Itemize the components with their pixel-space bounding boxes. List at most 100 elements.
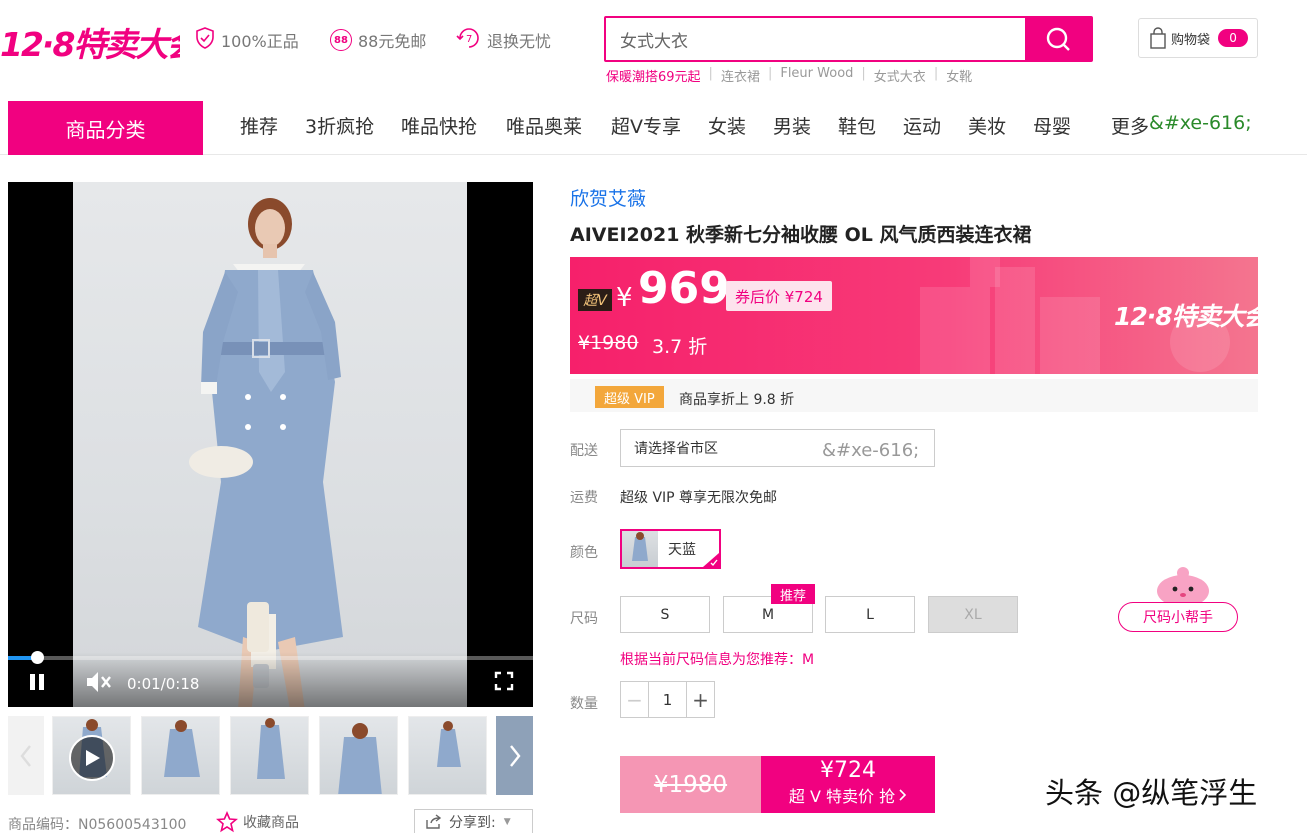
quantity-label: 数量 (570, 696, 598, 712)
brand-link[interactable]: 欣贺艾薇 (570, 184, 646, 211)
nav-item[interactable]: 鞋包 (838, 112, 876, 139)
cart-label: 购物袋 (1171, 32, 1211, 48)
mute-icon[interactable] (84, 669, 112, 699)
thumbnail-next-button[interactable] (496, 716, 533, 795)
search-bar (604, 16, 1093, 62)
chevron-right-icon (509, 744, 521, 767)
shopping-bag-icon (1150, 27, 1166, 49)
quantity-value[interactable]: 1 (649, 682, 686, 717)
price-banner: 超V ¥ 969 券后价 ¥724 ¥1980 3.7 折 12·8特卖大会 (570, 257, 1258, 374)
quantity-stepper: − 1 + (620, 681, 715, 718)
super-v-tag: 超V (578, 289, 612, 311)
broken-glyph-icon: &#xe-616; (822, 440, 920, 461)
category-menu-button[interactable]: 商品分类 (8, 101, 203, 155)
thumbnail-prev-button[interactable] (8, 716, 44, 795)
nav-item[interactable]: 超V专享 (611, 112, 681, 139)
hot-word[interactable]: 女式大衣 (874, 66, 926, 85)
nav-item[interactable]: 唯品奥莱 (506, 112, 582, 139)
video-time: 0:01/0:18 (127, 675, 200, 693)
delivery-label: 配送 (570, 443, 598, 459)
nav-item[interactable]: 运动 (903, 112, 941, 139)
shipping-text: 超级 VIP 尊享无限次免邮 (620, 490, 778, 506)
play-icon[interactable] (69, 735, 115, 781)
video-progress-bar[interactable] (8, 651, 533, 664)
promise-free-shipping: 88 88元免邮 (330, 26, 426, 54)
promise-label: 100%正品 (221, 32, 299, 51)
star-icon (216, 811, 238, 833)
broken-glyph-icon: &#xe-616; (1149, 112, 1252, 134)
nav-item[interactable]: 男装 (773, 112, 811, 139)
share-icon (426, 813, 442, 829)
size-helper-button[interactable]: 尺码小帮手 (1118, 602, 1238, 632)
thumbnail-video[interactable] (52, 716, 131, 795)
color-option-selected[interactable]: 天蓝 (620, 529, 721, 569)
nav-item[interactable]: 美妆 (968, 112, 1006, 139)
region-select[interactable]: 请选择省市区 &#xe-616; (620, 429, 935, 467)
event-logo[interactable]: 12·8特卖大会 (0, 18, 180, 68)
hot-word[interactable]: Fleur Wood (780, 66, 853, 85)
nav-more-label: 更多 (1111, 116, 1150, 138)
discount-rate: 3.7 折 (652, 336, 708, 358)
buy-cta-label: 超 V 特卖价 抢 (788, 787, 896, 806)
minus-icon[interactable]: − (621, 682, 649, 717)
size-label: 尺码 (570, 611, 598, 627)
vip-discount-text: 商品享折上 9.8 折 (679, 392, 795, 408)
nav-item[interactable]: 唯品快抢 (401, 112, 477, 139)
promise-label: 退换无忧 (487, 32, 552, 51)
nav-item[interactable]: 母婴 (1033, 112, 1071, 139)
promise-label: 88元免邮 (358, 32, 427, 51)
fullscreen-icon[interactable] (494, 671, 514, 695)
event-banner-logo: 12·8特卖大会 (1114, 302, 1258, 331)
thumbnail-image[interactable] (408, 716, 487, 795)
nav-more[interactable]: 更多 &#xe-616; (1111, 112, 1252, 139)
promise-authentic: 100%正品 (193, 26, 299, 54)
original-price: ¥1980 (578, 332, 639, 354)
hot-search-words: 保暖潮搭69元起 | 连衣裙 | Fleur Wood | 女式大衣 | 女靴 (606, 66, 973, 85)
nav-item[interactable]: 女装 (708, 112, 746, 139)
size-option-s[interactable]: S (620, 596, 710, 633)
favorite-label: 收藏商品 (243, 815, 299, 831)
favorite-button[interactable]: 收藏商品 (216, 811, 299, 833)
color-label: 颜色 (570, 545, 598, 561)
thumbnail-image[interactable] (141, 716, 220, 795)
share-label: 分享到: (449, 814, 496, 831)
product-title: AIVEI2021 秋季新七分袖收腰 OL 风气质西装连衣裙 (570, 224, 1032, 246)
svg-text:7: 7 (466, 34, 472, 45)
search-button[interactable] (1025, 18, 1091, 60)
selected-check-icon (703, 553, 719, 567)
product-video[interactable]: 0:01/0:18 (8, 182, 533, 707)
shield-check-icon (193, 26, 217, 54)
buy-now-button[interactable]: ¥724 超 V 特卖价 抢 (761, 756, 935, 813)
badge-88-icon: 88 (330, 29, 352, 51)
cart-button[interactable]: 购物袋 0 (1138, 18, 1258, 58)
plus-icon[interactable]: + (686, 682, 714, 717)
region-select-value: 请选择省市区 (634, 441, 718, 457)
thumbnail-image[interactable] (230, 716, 309, 795)
nav-item[interactable]: 3折疯抢 (305, 112, 374, 139)
hot-word[interactable]: 保暖潮搭69元起 (606, 66, 701, 85)
size-recommendation: 根据当前尺码信息为您推荐：M (620, 652, 815, 668)
shipping-label: 运费 (570, 490, 598, 506)
return-7-icon: 7 (456, 26, 482, 54)
search-input[interactable] (606, 18, 1025, 60)
promise-return: 7 退换无忧 (456, 26, 551, 54)
current-price: 969 (638, 263, 730, 314)
pause-icon[interactable] (28, 672, 46, 696)
hot-word[interactable]: 女靴 (946, 66, 972, 85)
chevron-left-icon (20, 744, 31, 767)
hot-word[interactable]: 连衣裙 (721, 66, 760, 85)
size-option-xl: XL (928, 596, 1018, 633)
super-vip-badge: 超级 VIP (595, 386, 664, 408)
size-option-l[interactable]: L (825, 596, 915, 633)
watermark: 头条 @纵笔浮生 (1045, 776, 1258, 810)
buy-original-price[interactable]: ¥1980 (620, 756, 761, 813)
thumbnail-image[interactable] (319, 716, 398, 795)
caret-down-icon: ▼ (503, 816, 511, 827)
share-button[interactable]: 分享到: ▼ (414, 809, 533, 833)
coupon-price-tag: 券后价 ¥724 (726, 281, 832, 311)
currency-symbol: ¥ (616, 283, 633, 313)
nav-item[interactable]: 推荐 (240, 112, 278, 139)
product-code: 商品编码：N05600543100 (8, 817, 187, 833)
search-icon (1046, 27, 1070, 51)
color-option-label: 天蓝 (668, 542, 696, 558)
